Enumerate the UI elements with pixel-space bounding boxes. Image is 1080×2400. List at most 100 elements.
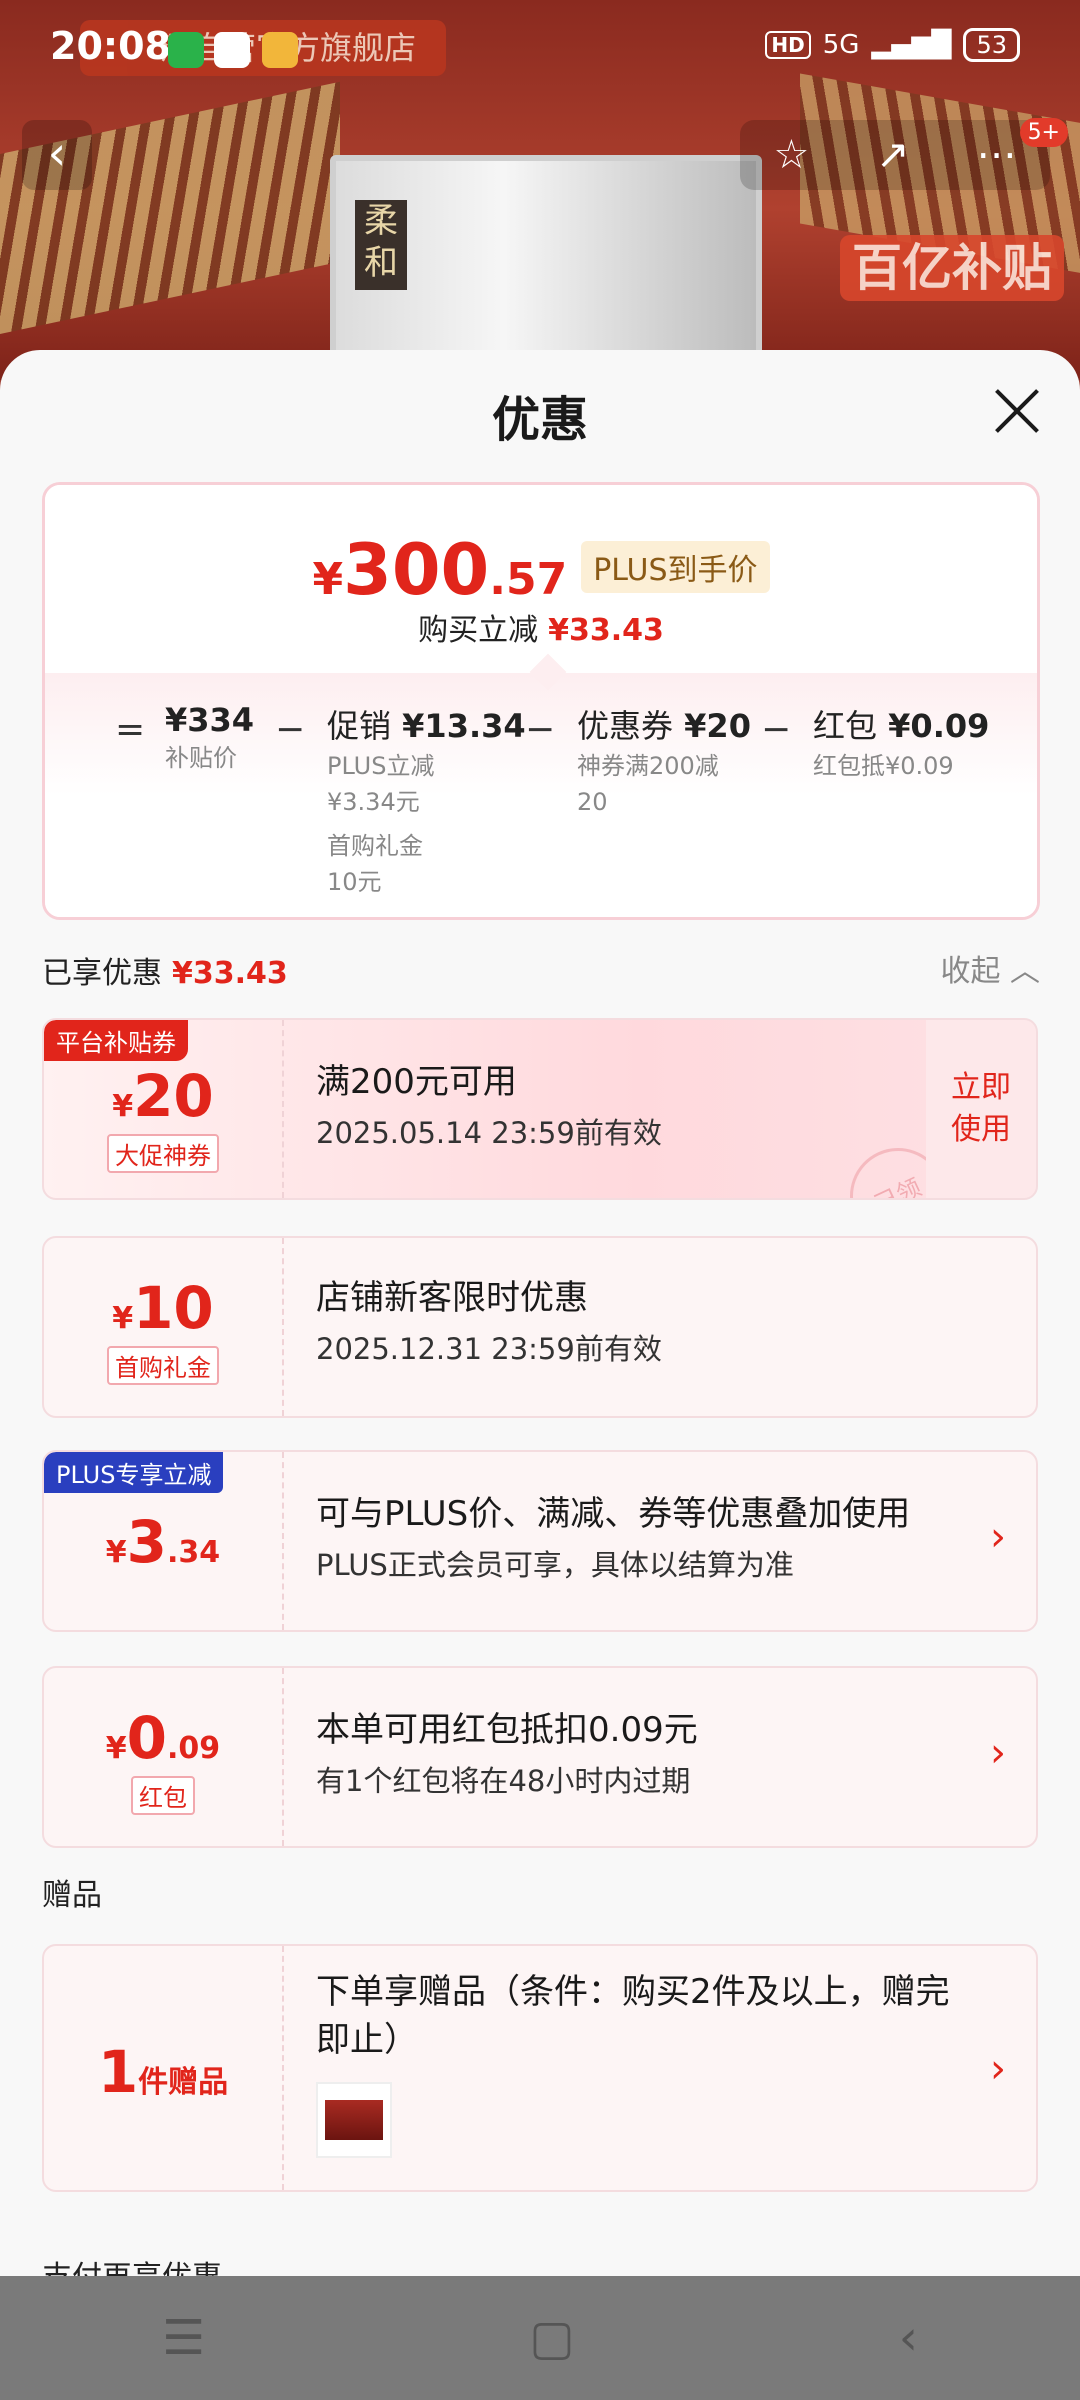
final-price: ¥ 300 .57 PLUS到手价 [45, 529, 1037, 611]
enjoyed-label: 已享优惠 [42, 956, 162, 991]
currency: ¥ [105, 1535, 127, 1570]
redpacket-sub: 红包抵¥0.09 [813, 752, 954, 780]
coupon-title: 可与PLUS价、满减、券等优惠叠加使用 [316, 1494, 911, 1534]
coupon-label: 优惠券 [577, 707, 674, 745]
signal-icon: ▂▄▆█ [871, 30, 952, 60]
close-icon[interactable] [994, 388, 1040, 434]
minus-sign: − [525, 709, 556, 750]
coupon-amount: ¥10 [44, 1274, 282, 1342]
enjoyed-value: ¥33.43 [172, 956, 288, 991]
gift-thumbnail[interactable] [316, 2082, 392, 2158]
amount-number: 10 [133, 1274, 214, 1342]
price-decimal: .57 [489, 554, 568, 605]
promo-sub: 10元 [327, 868, 382, 896]
back-nav-icon[interactable]: ‹ [899, 2310, 918, 2366]
coupon-card-first-purchase: ¥10 首购礼金 店铺新客限时优惠 2025.12.31 23:59前有效 [42, 1236, 1038, 1418]
favorite-icon[interactable]: ☆ [773, 132, 809, 178]
gift-image [325, 2100, 383, 2140]
price-integer: 300 [343, 529, 490, 611]
gift-card[interactable]: 1件赠品 下单享赠品（条件：购买2件及以上，赠完即止） › [42, 1944, 1038, 2192]
redpacket-discount: 红包 ¥0.09 红包抵¥0.09 [813, 701, 989, 783]
coupon-card-plus[interactable]: ¥3.34 PLUS专享立减 可与PLUS价、满减、券等优惠叠加使用 PLUS正… [42, 1450, 1038, 1632]
promotion-discount: 促销 ¥13.34 PLUS立减 ¥3.34元 首购礼金 10元 [327, 701, 526, 899]
gift-section-title: 赠品 [42, 1878, 102, 1913]
product-label: 柔和 [355, 200, 407, 290]
gift-count: 1件赠品 [44, 2038, 282, 2106]
promo-label: 促销 [327, 707, 392, 745]
currency: ¥ [112, 1089, 134, 1124]
corner-tag: PLUS专享立减 [44, 1452, 224, 1493]
price-currency: ¥ [312, 554, 344, 605]
use-now-label: 立即使用 [951, 1070, 1011, 1147]
amount-number: 0 [126, 1704, 168, 1772]
gift-count-number: 1 [97, 2038, 139, 2106]
minus-sign: − [761, 709, 792, 750]
promo-value: ¥13.34 [402, 707, 526, 745]
message-badge: 5+ [1019, 118, 1068, 147]
subsidy-price: ¥334 补贴价 [165, 701, 254, 775]
equals-sign: = [115, 709, 146, 750]
amount-number: 20 [133, 1062, 214, 1130]
system-nav-bar: ☰ ▢ ‹ [0, 2276, 1080, 2400]
minus-sign: − [275, 709, 306, 750]
menu-icon[interactable]: ☰ [162, 2310, 205, 2366]
status-indicators: HD 5G ▂▄▆█ 53 [765, 28, 1020, 62]
enjoyed-discount: 已享优惠 ¥33.43 [42, 948, 288, 992]
cut-value: ¥33.43 [548, 613, 664, 648]
price-summary-card: ¥ 300 .57 PLUS到手价 购买立减 ¥33.43 = ¥334 补贴价 … [42, 482, 1040, 920]
top-actions: ☆ ↗ ⋯ [740, 120, 1050, 190]
battery-icon: 53 [963, 28, 1020, 62]
app-notification-icon [262, 32, 298, 68]
home-icon[interactable]: ▢ [529, 2310, 574, 2366]
redpacket-value: ¥0.09 [888, 707, 990, 745]
subsidy-label: 补贴价 [165, 744, 237, 772]
wechat-icon [168, 32, 204, 68]
coupon-type-chip: 红包 [131, 1776, 195, 1815]
coupon-amount: ¥0.09 [44, 1704, 282, 1772]
total-discount: 购买立减 ¥33.43 [45, 605, 1037, 649]
chevron-right-icon: › [990, 1514, 1006, 1560]
sheet-title: 优惠 [491, 392, 588, 448]
promo-sub: 首购礼金 [327, 832, 423, 860]
coupon-sub: 神券满200减 [577, 752, 719, 780]
cut-label: 购买立减 [418, 613, 539, 648]
discount-sheet: 优惠 ¥ 300 .57 PLUS到手价 购买立减 ¥33.43 = ¥334 补… [0, 350, 1080, 2400]
collapse-label: 收起 [940, 954, 1001, 989]
price-breakdown: = ¥334 补贴价 − 促销 ¥13.34 PLUS立减 ¥3.34元 首购礼… [45, 653, 1037, 917]
coupon-title: 满200元可用 [316, 1062, 517, 1102]
coupon-amount: ¥20 [44, 1062, 282, 1130]
coupon-type-chip: 首购礼金 [107, 1346, 219, 1385]
coupon-amount: ¥3.34 [44, 1508, 282, 1576]
coupon-card-platform: ¥20 大促神券 平台补贴券 满200元可用 2025.05.14 23:59前… [42, 1018, 1038, 1200]
amount-number: 3 [126, 1508, 168, 1576]
gift-title: 下单享赠品（条件：购买2件及以上，赠完即止） [316, 1972, 950, 2060]
redpacket-label: 红包 [813, 707, 878, 745]
currency: ¥ [112, 1301, 134, 1336]
amount-decimal: .09 [167, 1731, 221, 1766]
back-icon[interactable]: ‹ [22, 120, 92, 190]
app-notification-icon [214, 32, 250, 68]
subsidy-value: ¥334 [165, 701, 255, 739]
network-label: 5G [822, 30, 860, 60]
collapse-toggle[interactable]: 收起 ︿ [940, 946, 1040, 990]
promo-sub: PLUS立减 [327, 752, 435, 780]
gift-count-unit: 件赠品 [138, 2065, 229, 2100]
coupon-value: ¥20 [684, 707, 751, 745]
coupon-card-redpacket[interactable]: ¥0.09 红包 本单可用红包抵扣0.09元 有1个红包将在48小时内过期 › [42, 1666, 1038, 1848]
coupon-validity: 2025.12.31 23:59前有效 [316, 1332, 662, 1366]
coupon-title: 店铺新客限时优惠 [316, 1278, 588, 1318]
coupon-description: 有1个红包将在48小时内过期 [316, 1764, 691, 1798]
coupon-sub: 20 [577, 788, 608, 816]
currency: ¥ [105, 1731, 127, 1766]
plus-price-tag: PLUS到手价 [581, 541, 770, 593]
use-now-button[interactable]: 立即使用 [926, 1020, 1036, 1198]
chevron-right-icon: › [990, 1730, 1006, 1776]
coupon-description: PLUS正式会员可享，具体以结算为准 [316, 1548, 794, 1582]
chevron-up-icon: ︿ [1010, 954, 1040, 989]
corner-tag: 平台补贴券 [44, 1020, 188, 1061]
status-time: 20:08 [50, 24, 171, 68]
coupon-type-chip: 大促神券 [107, 1134, 219, 1173]
more-icon[interactable]: ⋯ [977, 132, 1017, 178]
share-icon[interactable]: ↗ [876, 132, 910, 178]
chevron-right-icon: › [990, 2046, 1006, 2092]
